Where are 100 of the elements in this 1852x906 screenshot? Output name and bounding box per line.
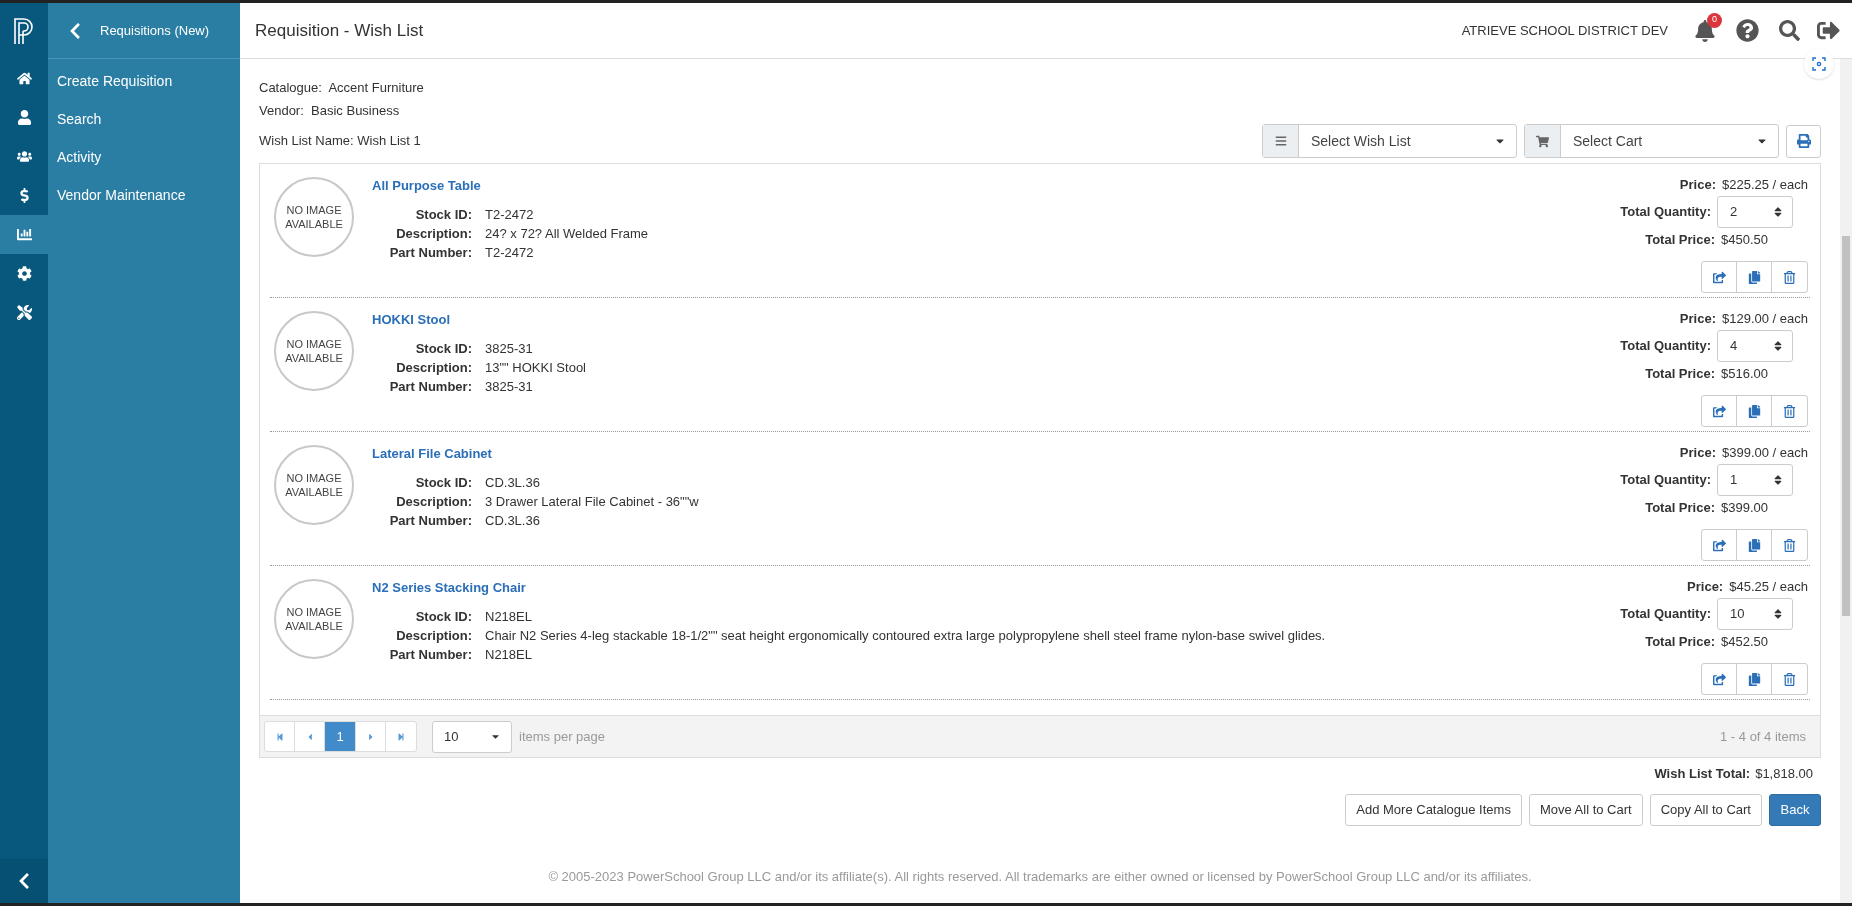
total-price: $452.50 — [1721, 633, 1768, 650]
page-size-label: items per page — [519, 727, 605, 746]
help-icon[interactable] — [1736, 19, 1759, 42]
field-label: Price: — [1679, 176, 1716, 193]
action-button[interactable]: Copy All to Cart — [1649, 793, 1762, 826]
wish-list-total-label: Wish List Total: — [1654, 765, 1751, 783]
field-label: Part Number: — [388, 377, 472, 396]
cart-select[interactable]: Select Cart — [1524, 124, 1779, 158]
copy-icon — [1747, 270, 1761, 284]
users-icon — [16, 149, 32, 164]
total-price: $450.50 — [1721, 231, 1768, 248]
price: $225.25 / each — [1721, 176, 1808, 193]
field-label: Stock ID: — [414, 473, 472, 492]
description: 3 Drawer Lateral File Cabinet - 36""w — [485, 492, 700, 511]
trash-icon — [1783, 404, 1796, 418]
action-button[interactable]: Add More Catalogue Items — [1345, 793, 1522, 826]
action-button[interactable]: Move All to Cart — [1528, 793, 1643, 826]
focus-icon — [1812, 57, 1826, 71]
field-label: Total Quantity: — [1620, 471, 1711, 490]
capture-button[interactable] — [1804, 49, 1834, 79]
stock-id: N218EL — [485, 607, 533, 626]
action-button[interactable]: Back — [1769, 793, 1821, 826]
part-number: 3825-31 — [485, 377, 534, 396]
spinner-icon — [1772, 206, 1784, 218]
print-icon — [1796, 134, 1811, 148]
district-name: ATRIEVE SCHOOL DISTRICT DEV — [1461, 21, 1668, 40]
catalogue-info: Catalogue: Accent Furniture — [259, 79, 425, 97]
field-label: Price: — [1679, 310, 1716, 327]
notification-badge: 0 — [1707, 12, 1722, 28]
price: $129.00 / each — [1721, 310, 1808, 327]
total-price: $399.00 — [1721, 499, 1768, 516]
spinner-icon — [1772, 340, 1784, 352]
vendor-info: Vendor: Basic Business — [259, 102, 401, 120]
item-name-link[interactable]: All Purpose Table — [372, 176, 1621, 196]
sidebar-title: Requisitions (New) — [100, 21, 210, 40]
item-name-link[interactable]: Lateral File Cabinet — [372, 444, 1621, 464]
list-icon — [1274, 135, 1287, 147]
quantity-field[interactable]: 2 — [1717, 196, 1793, 228]
part-number: N218EL — [485, 645, 533, 664]
sign-out-icon[interactable] — [1817, 19, 1840, 42]
field-label: Description: — [395, 626, 472, 645]
field-label: Part Number: — [388, 645, 472, 664]
copy-icon — [1747, 672, 1761, 686]
field-label: Description: — [395, 224, 472, 243]
wish-list-name: Wish List Name: Wish List 1 — [259, 132, 421, 151]
field-label: Price: — [1687, 578, 1724, 595]
stock-id: CD.3L.36 — [485, 473, 541, 492]
field-label: Total Price: — [1645, 633, 1715, 650]
home-icon — [16, 71, 32, 86]
wish-list-total: $1,818.00 — [1755, 765, 1813, 783]
first-page-icon — [275, 732, 284, 741]
page-title: Requisition - Wish List — [255, 19, 424, 42]
quantity-field[interactable]: 4 — [1717, 330, 1793, 362]
settings-icon — [16, 266, 32, 281]
sidebar-item[interactable]: Activity — [48, 138, 240, 176]
spinner-icon — [1772, 474, 1784, 486]
part-number: CD.3L.36 — [485, 511, 541, 530]
logo-icon — [13, 17, 35, 45]
wish-list-select[interactable]: Select Wish List — [1262, 124, 1517, 158]
field-label: Total Price: — [1645, 365, 1715, 382]
item-name-link[interactable]: HOKKI Stool — [372, 310, 1621, 330]
rail-button[interactable] — [0, 215, 48, 254]
page-size-select[interactable]: 10 — [432, 720, 512, 753]
share-icon — [1712, 404, 1726, 418]
pager-summary: 1 - 4 of 4 items — [1720, 727, 1806, 746]
sidebar-item[interactable]: Vendor Maintenance — [48, 176, 240, 214]
trash-icon — [1783, 270, 1796, 284]
total-price: $516.00 — [1721, 365, 1768, 382]
share-icon — [1712, 672, 1726, 686]
no-image-label: NO IMAGE AVAILABLE — [284, 203, 344, 231]
field-label: Total Quantity: — [1620, 605, 1711, 624]
collapse-button[interactable] — [0, 859, 48, 903]
field-label: Total Quantity: — [1620, 203, 1711, 222]
page-button[interactable]: 1 — [325, 722, 356, 751]
cart-icon — [1536, 134, 1549, 148]
field-label: Part Number: — [388, 511, 472, 530]
spinner-icon — [1772, 608, 1784, 620]
quantity-field[interactable]: 10 — [1717, 598, 1793, 630]
sidebar-item[interactable]: Search — [48, 100, 240, 138]
description: 13"" HOKKI Stool — [485, 358, 587, 377]
copy-icon — [1747, 404, 1761, 418]
search-icon[interactable] — [1779, 20, 1800, 41]
stock-id: T2-2472 — [485, 205, 535, 224]
trash-icon — [1783, 538, 1796, 552]
copy-icon — [1747, 538, 1761, 552]
stock-id: 3825-31 — [485, 339, 534, 358]
field-label: Stock ID: — [414, 607, 472, 626]
item-name-link[interactable]: N2 Series Stacking Chair — [372, 578, 1621, 598]
share-icon — [1712, 538, 1726, 552]
print-button[interactable] — [1786, 124, 1821, 158]
last-page-icon — [397, 732, 405, 741]
field-label: Total Price: — [1645, 231, 1715, 248]
tools-icon — [16, 305, 32, 320]
field-label: Total Quantity: — [1620, 337, 1711, 356]
field-label: Description: — [395, 492, 472, 511]
price: $399.00 / each — [1721, 444, 1808, 461]
field-label: Stock ID: — [414, 205, 472, 224]
field-label: Part Number: — [388, 243, 472, 262]
quantity-field[interactable]: 1 — [1717, 464, 1793, 496]
sidebar-item[interactable]: Create Requisition — [48, 62, 240, 100]
